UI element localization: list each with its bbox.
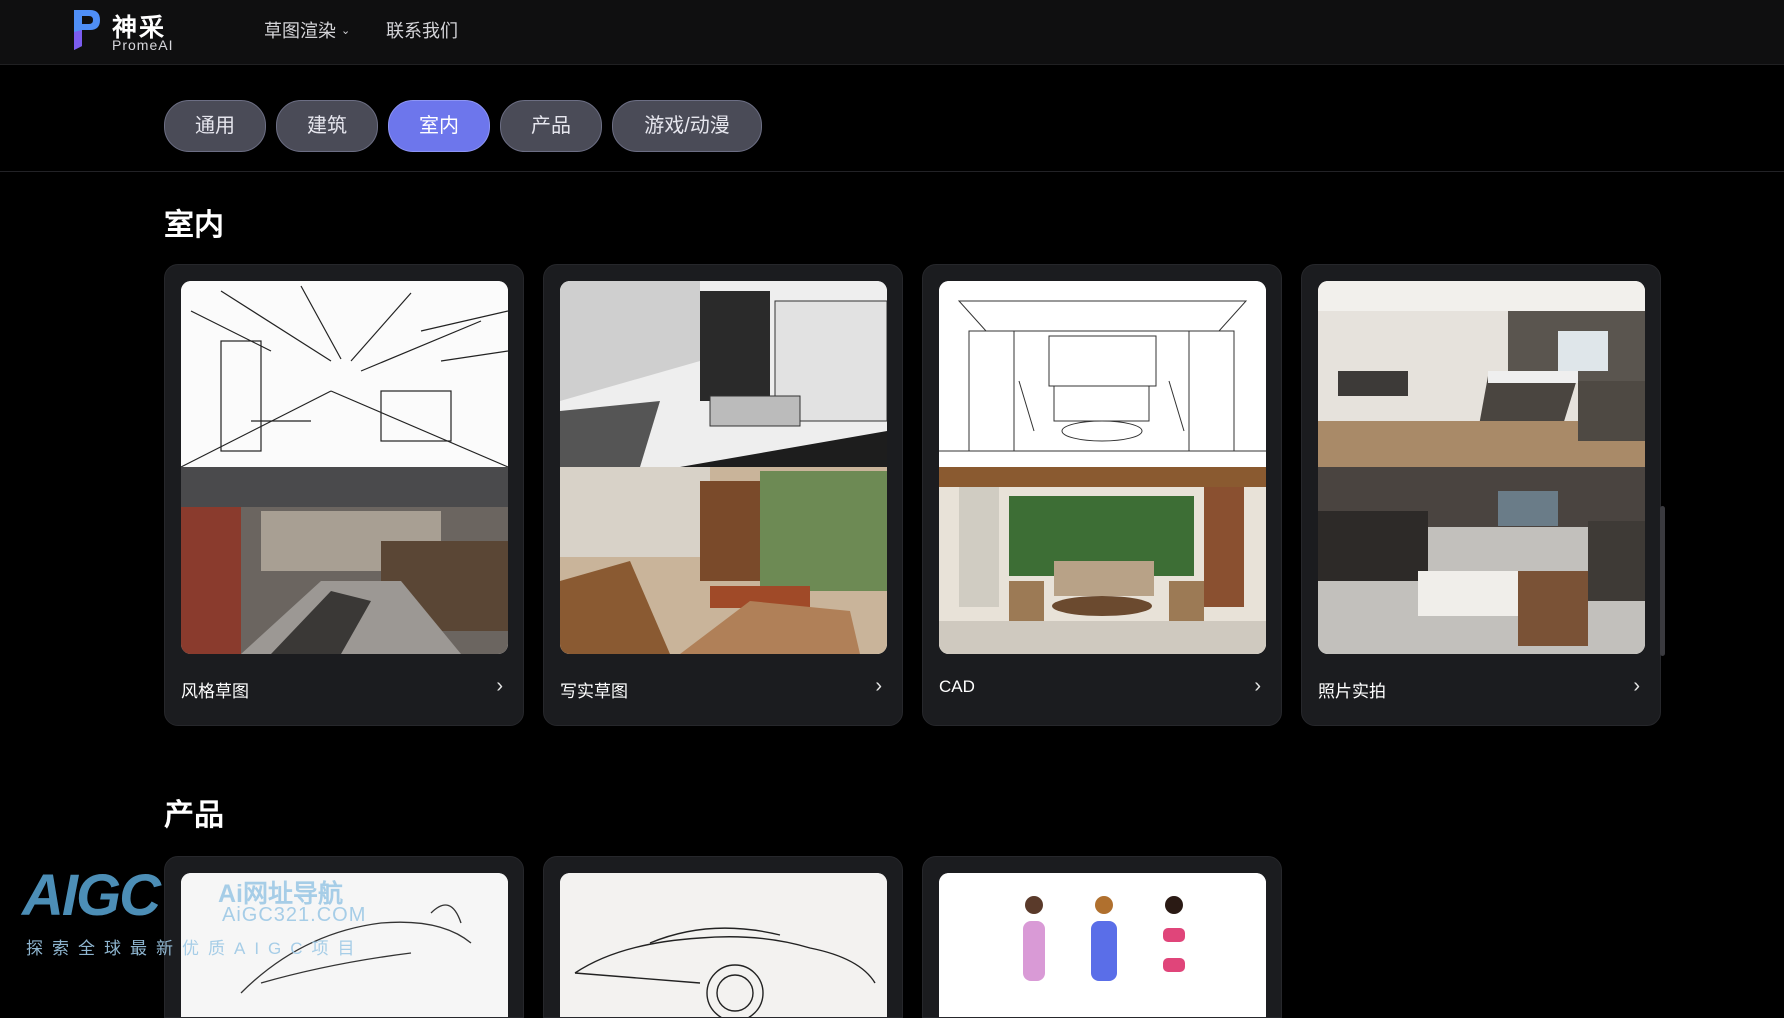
card-product-fashion-image: [939, 873, 1266, 1017]
card-photo-image: [1318, 281, 1645, 654]
top-navbar: 神采 PromeAI 草图渲染 ⌄ 联系我们: [0, 0, 1784, 65]
chevron-right-icon: ›: [1254, 675, 1261, 697]
section-title-product: 产品: [164, 799, 224, 832]
card-style-sketch-image: [181, 281, 508, 654]
tabs-divider: [0, 171, 1784, 172]
card-cad[interactable]: CAD ›: [922, 264, 1282, 726]
card-realistic-sketch[interactable]: 写实草图 ›: [543, 264, 903, 726]
tab-product[interactable]: 产品: [500, 100, 602, 152]
tab-general[interactable]: 通用: [164, 100, 266, 152]
tab-interior[interactable]: 室内: [388, 100, 490, 152]
logo-mark-icon: [74, 10, 100, 50]
chevron-down-icon: ⌄: [341, 25, 351, 37]
chevron-right-icon: ›: [496, 675, 503, 697]
chevron-right-icon: ›: [875, 675, 882, 697]
card-photo[interactable]: 照片实拍 ›: [1301, 264, 1661, 726]
card-style-sketch-label: 风格草图: [181, 682, 249, 701]
card-cad-image: [939, 281, 1266, 654]
card-product-car[interactable]: [543, 856, 903, 1018]
watermark-logo: AIGC: [22, 863, 161, 928]
card-product-fashion[interactable]: [922, 856, 1282, 1018]
watermark-url: AiGC321.COM: [222, 904, 367, 926]
chevron-right-icon: ›: [1633, 675, 1640, 697]
brand-subtitle: PromeAI: [112, 37, 174, 53]
card-realistic-sketch-image: [560, 281, 887, 654]
nav-sketch-render-label: 草图渲染: [264, 21, 336, 41]
nav-contact-us[interactable]: 联系我们: [386, 17, 458, 43]
watermark: AIGC Ai网址导航 AiGC321.COM 探索全球最新优质AIGC项目: [22, 862, 402, 980]
brand-logo[interactable]: 神采 PromeAI: [70, 6, 180, 53]
tab-game-anime[interactable]: 游戏/动漫: [612, 100, 762, 152]
tab-architecture[interactable]: 建筑: [276, 100, 378, 152]
card-style-sketch[interactable]: 风格草图 ›: [164, 264, 524, 726]
card-photo-label: 照片实拍: [1318, 682, 1386, 701]
nav-sketch-render[interactable]: 草图渲染 ⌄: [264, 17, 350, 43]
watermark-slogan: 探索全球最新优质AIGC项目: [26, 939, 364, 958]
card-product-car-image: [560, 873, 887, 1017]
card-realistic-sketch-label: 写实草图: [560, 682, 628, 701]
card-cad-label: CAD: [939, 677, 975, 696]
scrollbar[interactable]: [1660, 506, 1665, 656]
nav-contact-us-label: 联系我们: [386, 21, 458, 41]
section-title-interior: 室内: [164, 209, 224, 242]
